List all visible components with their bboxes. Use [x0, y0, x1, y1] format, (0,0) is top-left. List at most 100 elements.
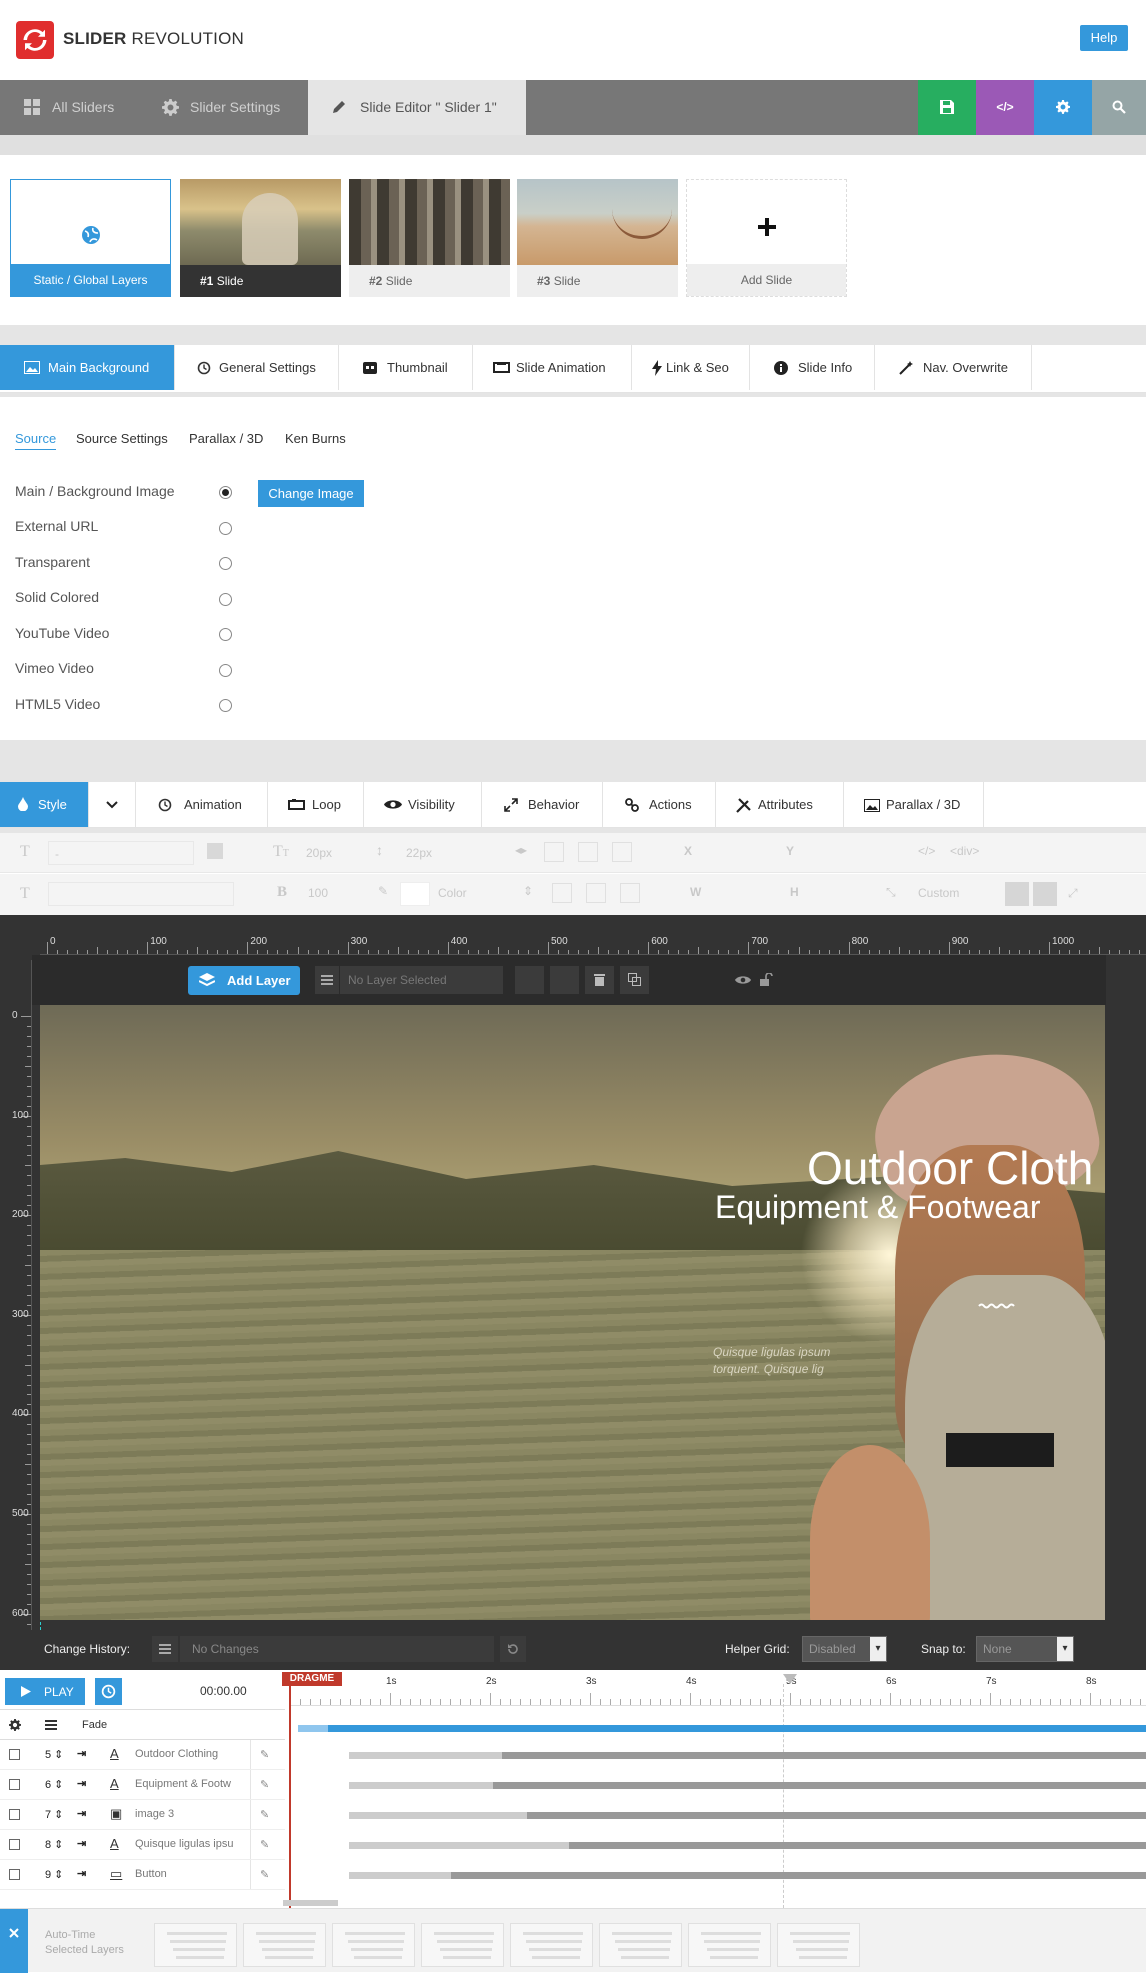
source-radio-vimeo-video[interactable]: [219, 664, 232, 677]
save-font-icon[interactable]: [207, 843, 223, 859]
layer-align-icon[interactable]: ⇥: [77, 1747, 86, 1760]
text-style-select[interactable]: [48, 882, 234, 906]
tab-link-seo[interactable]: Link & Seo: [632, 345, 750, 390]
layer-depth[interactable]: 5 ⇕: [45, 1748, 63, 1761]
timing-preset-button[interactable]: [154, 1923, 237, 1967]
save-button[interactable]: [918, 80, 976, 135]
tab-thumbnail[interactable]: Thumbnail: [339, 345, 473, 390]
tab-style[interactable]: Style: [0, 782, 89, 827]
layer-in-animation-bar[interactable]: [348, 1812, 527, 1819]
font-family-select[interactable]: -: [48, 841, 194, 865]
layer-subtitle-text[interactable]: Equipment & Footwear: [715, 1189, 1041, 1226]
tab-animation[interactable]: Animation: [136, 782, 268, 827]
tab-slider-settings[interactable]: Slider Settings: [148, 80, 308, 135]
slide-duration-bar[interactable]: [298, 1725, 1146, 1732]
duplicate-layer-button[interactable]: [620, 966, 649, 994]
layer-action-button[interactable]: [550, 966, 579, 994]
tab-general-settings[interactable]: General Settings: [175, 345, 339, 390]
reset-size-icon[interactable]: ⤢: [1068, 886, 1078, 901]
valign-middle-button[interactable]: [586, 883, 606, 903]
tab-slide-info[interactable]: Slide Info: [750, 345, 875, 390]
unlock-icon[interactable]: [760, 973, 773, 986]
color-swatch[interactable]: [400, 882, 430, 906]
layer-paragraph-line-2[interactable]: torquent. Quisque lig: [713, 1362, 824, 1376]
add-layer-button[interactable]: Add Layer: [188, 966, 300, 995]
align-left-button[interactable]: [544, 842, 564, 862]
layer-duration-bar[interactable]: [569, 1842, 1146, 1849]
tab-actions[interactable]: Actions: [603, 782, 716, 827]
add-slide-button[interactable]: Add Slide: [686, 179, 847, 297]
font-weight-select[interactable]: 100: [308, 886, 328, 900]
delete-layer-button[interactable]: [585, 966, 614, 994]
layer-depth[interactable]: 7 ⇕: [45, 1808, 63, 1821]
layer-action-button[interactable]: [515, 966, 544, 994]
layer-title-text[interactable]: Outdoor Cloth: [807, 1141, 1093, 1195]
search-button[interactable]: [1092, 80, 1146, 135]
size-mode-select[interactable]: Custom: [918, 886, 959, 900]
slide-end-marker[interactable]: [783, 1674, 797, 1684]
playhead-line[interactable]: [289, 1686, 291, 1908]
layer-name[interactable]: Equipment & Footw: [135, 1778, 243, 1790]
tab-slide-editor[interactable]: Slide Editor " Slider 1": [308, 80, 526, 135]
layer-checkbox[interactable]: [9, 1779, 20, 1790]
timeline-scrollbar[interactable]: [283, 1900, 338, 1906]
pencil-icon[interactable]: ✎: [260, 1868, 269, 1881]
source-radio-transparent[interactable]: [219, 557, 232, 570]
paragraph-button[interactable]: [1005, 882, 1029, 906]
pencil-icon[interactable]: ✎: [260, 1778, 269, 1791]
subtab-source-settings[interactable]: Source Settings: [76, 431, 168, 446]
source-radio-youtube-video[interactable]: [219, 628, 232, 641]
auto-time-close-button[interactable]: [0, 1909, 28, 1973]
subtab-ken-burns[interactable]: Ken Burns: [285, 431, 346, 446]
undo-button[interactable]: [500, 1636, 526, 1662]
tab-slide-animation[interactable]: Slide Animation: [473, 345, 632, 390]
timing-preset-button[interactable]: [243, 1923, 326, 1967]
timing-preset-button[interactable]: [777, 1923, 860, 1967]
settings-button[interactable]: [1034, 80, 1092, 135]
slide-static-global-layers[interactable]: Static / Global Layers: [10, 179, 171, 297]
timeline-layer-row[interactable]: 5 ⇕ ⇥ A Outdoor Clothing ✎: [0, 1740, 285, 1770]
code-button[interactable]: </>: [976, 80, 1034, 135]
layer-checkbox[interactable]: [9, 1809, 20, 1820]
timeline-layer-row[interactable]: 9 ⇕ ⇥ ▭ Button ✎: [0, 1860, 285, 1890]
layer-checkbox[interactable]: [9, 1869, 20, 1880]
layer-duration-bar[interactable]: [450, 1872, 1146, 1879]
layer-align-icon[interactable]: ⇥: [77, 1807, 86, 1820]
layer-name[interactable]: image 3: [135, 1808, 243, 1820]
menu-icon[interactable]: [45, 1720, 57, 1730]
layer-button[interactable]: [946, 1433, 1054, 1467]
layer-select[interactable]: No Layer Selected: [340, 966, 503, 994]
history-list-toggle[interactable]: [152, 1636, 178, 1662]
source-radio-main-background-image[interactable]: [219, 486, 232, 499]
tab-all-sliders[interactable]: All Sliders: [0, 80, 148, 135]
line-height-input[interactable]: 22px: [398, 841, 466, 865]
squiggle-image-layer[interactable]: [978, 1302, 1016, 1310]
link-ratio-button[interactable]: [1033, 882, 1057, 906]
layer-in-animation-bar[interactable]: [348, 1872, 451, 1879]
dragme-handle[interactable]: DRAGME: [282, 1672, 342, 1686]
layer-checkbox[interactable]: [9, 1749, 20, 1760]
layer-name[interactable]: Quisque ligulas ipsu: [135, 1838, 243, 1850]
tab-attributes[interactable]: Attributes: [716, 782, 844, 827]
slide-2[interactable]: #2 Slide: [349, 179, 510, 297]
tab-visibility[interactable]: Visibility: [364, 782, 482, 827]
source-radio-external-url[interactable]: [219, 522, 232, 535]
slide-canvas[interactable]: Outdoor Cloth Equipment & Footwear Quisq…: [40, 1005, 1105, 1620]
pencil-icon[interactable]: ✎: [260, 1748, 269, 1761]
layer-align-icon[interactable]: ⇥: [77, 1777, 86, 1790]
layer-in-animation-bar[interactable]: [348, 1842, 570, 1849]
change-image-button[interactable]: Change Image: [258, 480, 364, 507]
layer-name[interactable]: Button: [135, 1868, 243, 1880]
layer-list-toggle[interactable]: [315, 966, 339, 994]
layer-depth[interactable]: 9 ⇕: [45, 1868, 63, 1881]
layer-duration-bar[interactable]: [501, 1752, 1146, 1759]
pencil-icon[interactable]: ✎: [260, 1808, 269, 1821]
timeline-layer-row[interactable]: 6 ⇕ ⇥ A Equipment & Footw ✎: [0, 1770, 285, 1800]
tab-parallax-3d[interactable]: Parallax / 3D: [844, 782, 984, 827]
layer-in-animation-bar[interactable]: [348, 1782, 494, 1789]
style-dropdown-toggle[interactable]: [89, 782, 136, 827]
timeline-layer-row[interactable]: 8 ⇕ ⇥ A Quisque ligulas ipsu ✎: [0, 1830, 285, 1860]
layer-name[interactable]: Outdoor Clothing: [135, 1748, 243, 1760]
change-history-select[interactable]: No Changes: [180, 1636, 494, 1662]
timing-preset-button[interactable]: [421, 1923, 504, 1967]
